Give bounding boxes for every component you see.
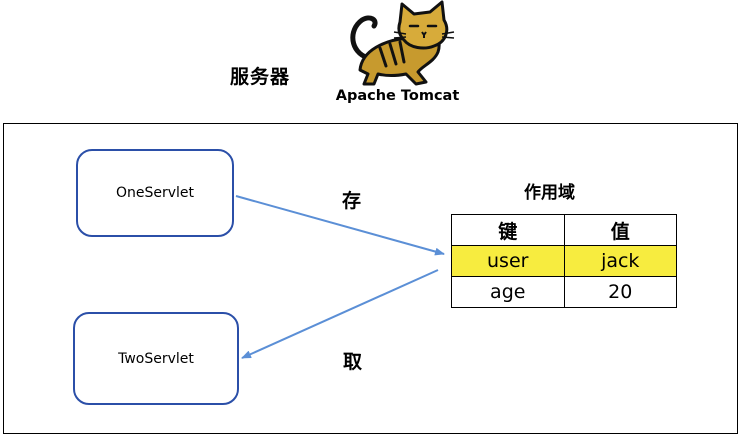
row-value: jack [563,245,677,277]
table-row: user jack [451,245,677,277]
row-key: user [451,245,565,277]
scope-table: 键 值 user jack age 20 [451,214,677,308]
store-arrow [235,195,445,256]
row-key: age [451,276,565,308]
fetch-operation-label: 取 [343,351,363,373]
table-row: age 20 [451,276,677,308]
scope-title: 作用域 [524,183,575,203]
diagram-page: 服务器 Apache Tomcat OneServlet TwoServlet [0,0,745,441]
row-value: 20 [563,276,677,308]
value-column-header: 值 [563,214,677,246]
scope-table-header: 键 值 [451,214,677,246]
store-operation-label: 存 [342,190,362,212]
key-column-header: 键 [451,214,565,246]
fetch-arrow [241,269,439,359]
